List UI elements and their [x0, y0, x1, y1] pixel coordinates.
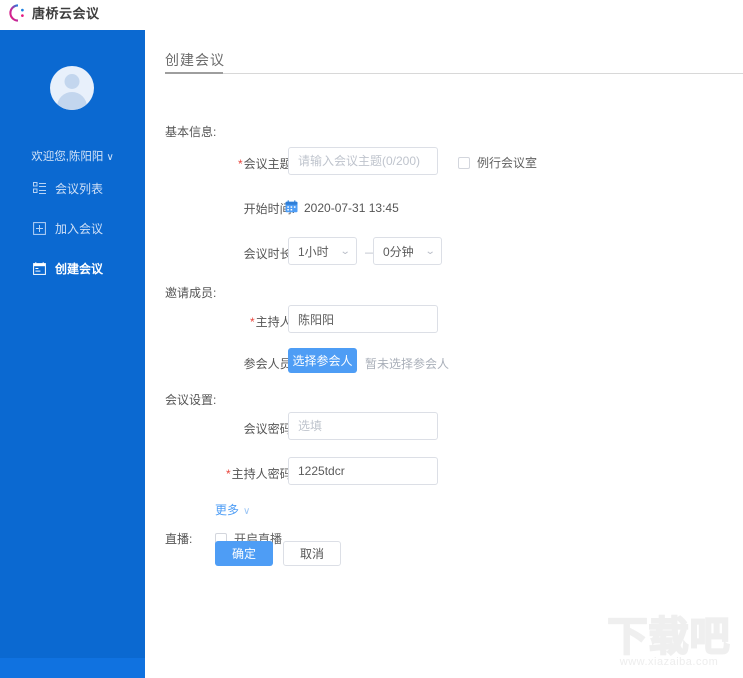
start-time-label: 开始时间:: [243, 202, 295, 216]
calendar-create-icon: [33, 261, 46, 275]
confirm-button[interactable]: 确定: [215, 541, 273, 566]
user-avatar-icon[interactable]: [50, 66, 94, 110]
section-invite-members: 邀请成员:: [165, 286, 217, 300]
sidebar-item-label: 加入会议: [55, 221, 104, 236]
avatar-body: [57, 92, 87, 110]
circle-c-logo-icon: [9, 3, 27, 22]
live-label: 直播:: [165, 532, 193, 546]
sidebar: 欢迎您,陈阳阳 ∨ 会议列表 加入会议 创建会议: [0, 30, 145, 658]
brand-logo: 唐桥云会议: [9, 3, 100, 22]
select-attendee-button[interactable]: 选择参会人: [288, 348, 357, 373]
host-password-input[interactable]: [288, 457, 438, 485]
chevron-down-icon: ⌄: [424, 245, 436, 257]
chevron-down-icon: ⌄: [339, 245, 351, 257]
meeting-subject-label: *会议主题:: [237, 157, 295, 171]
host-password-label: *主持人密码:: [225, 467, 295, 481]
host-input[interactable]: [288, 305, 438, 333]
section-meeting-settings: 会议设置:: [165, 393, 217, 407]
sidebar-nav: 会议列表 加入会议 创建会议: [0, 178, 145, 298]
checkbox-box-icon: [458, 156, 470, 169]
required-mark: *: [225, 467, 231, 481]
sidebar-item-meeting-list[interactable]: 会议列表: [0, 178, 145, 198]
duration-minutes-value: 0分钟: [383, 244, 414, 259]
chevron-down-icon: ∨: [106, 152, 114, 163]
routine-room-checkbox[interactable]: 例行会议室: [458, 154, 537, 171]
page-title-underline: [165, 72, 223, 74]
cancel-button[interactable]: 取消: [283, 541, 341, 566]
chevron-down-icon: ∨: [243, 506, 251, 517]
top-bar: 唐桥云会议: [0, 0, 743, 30]
sidebar-item-create-meeting[interactable]: 创建会议: [0, 258, 145, 278]
calendar-icon[interactable]: [285, 200, 298, 213]
sidebar-item-label: 会议列表: [55, 181, 104, 196]
attendee-label: 参会人员:: [243, 357, 295, 371]
more-label: 更多: [215, 503, 240, 517]
duration-hours-value: 1小时: [298, 244, 329, 259]
start-time-value[interactable]: 2020-07-31 13:45: [304, 201, 399, 215]
title-divider: [165, 73, 743, 74]
meeting-password-input[interactable]: [288, 412, 438, 440]
plus-box-icon: [33, 221, 46, 235]
duration-hours-select[interactable]: 1小时 ⌄: [288, 237, 357, 265]
attendee-hint: 暂未选择参会人: [365, 357, 450, 371]
user-welcome-menu[interactable]: 欢迎您,陈阳阳 ∨: [0, 148, 145, 164]
meeting-password-label: 会议密码:: [243, 422, 295, 436]
sidebar-item-join-meeting[interactable]: 加入会议: [0, 218, 145, 238]
welcome-text: 欢迎您,陈阳阳: [31, 151, 104, 163]
duration-label: 会议时长:: [243, 247, 295, 261]
required-mark: *: [237, 157, 243, 171]
meeting-subject-input[interactable]: [288, 147, 438, 175]
more-settings-link[interactable]: 更多 ∨: [215, 501, 250, 518]
duration-minutes-select[interactable]: 0分钟 ⌄: [373, 237, 442, 265]
section-basic-info: 基本信息:: [165, 125, 217, 139]
avatar-head: [64, 74, 80, 89]
host-label: *主持人:: [249, 315, 295, 329]
required-mark: *: [249, 315, 255, 329]
brand-name: 唐桥云会议: [32, 6, 100, 21]
list-icon: [33, 181, 46, 195]
routine-room-label: 例行会议室: [477, 156, 538, 170]
sidebar-item-label: 创建会议: [55, 261, 104, 276]
main-content: 创建会议 基本信息: *会议主题: 例行会议室 开始时间: 2020-07-31…: [145, 30, 743, 678]
